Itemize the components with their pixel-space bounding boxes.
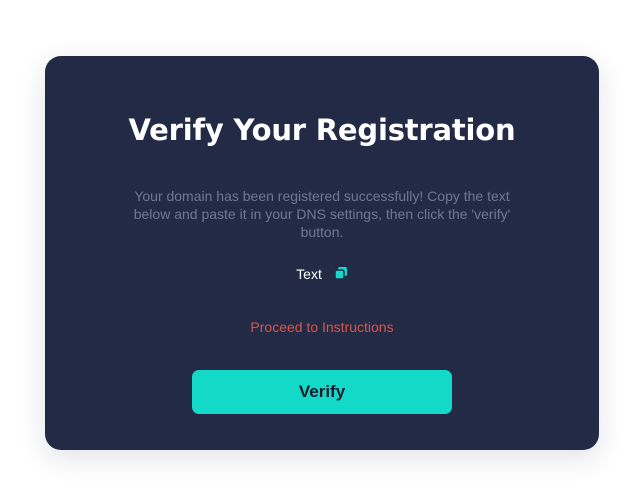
copy-text-row: Text — [45, 266, 599, 282]
dns-verification-text: Text — [296, 266, 322, 282]
page-title: Verify Your Registration — [128, 113, 516, 147]
proceed-to-instructions-link[interactable]: Proceed to Instructions — [45, 319, 599, 335]
instructions-description: Your domain has been registered successf… — [133, 188, 511, 240]
verify-button[interactable]: Verify — [192, 370, 452, 414]
copy-icon[interactable] — [334, 266, 348, 280]
verification-card: Verify Your Registration Your domain has… — [45, 56, 599, 450]
